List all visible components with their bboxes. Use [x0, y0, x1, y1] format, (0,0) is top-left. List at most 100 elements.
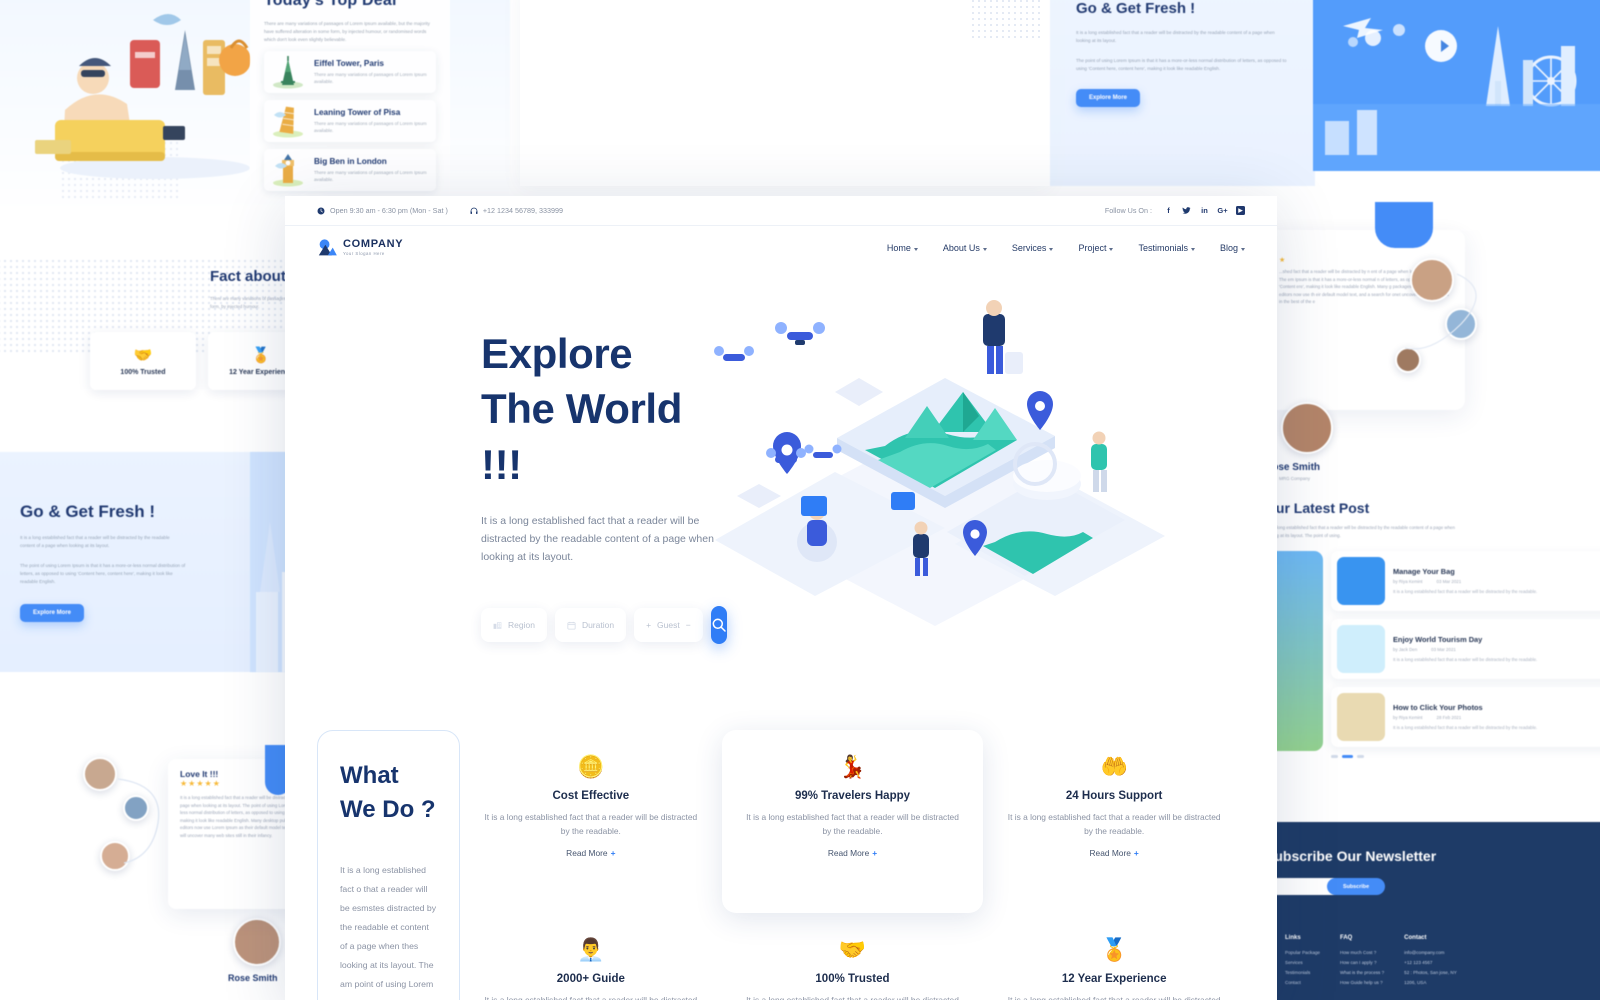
- footer-column-heading: FAQ: [1340, 935, 1353, 941]
- blog-item-text: It is a long established fact that a rea…: [1393, 657, 1538, 662]
- service-text: It is a long established fact that a rea…: [746, 812, 959, 836]
- fresh-paragraph-2-left: The point of using Lorem Ipsum is that i…: [20, 563, 186, 584]
- footer-link[interactable]: Contact: [1285, 978, 1320, 988]
- hero-heading-line2: The World !!!: [481, 385, 682, 488]
- linkedin-icon[interactable]: in: [1200, 206, 1209, 215]
- nav-item-blog[interactable]: Blog: [1220, 243, 1245, 253]
- blog-list-item[interactable]: How to Click Your Photos by Riya Kemint …: [1331, 687, 1600, 747]
- explore-more-button[interactable]: Explore More: [1076, 89, 1141, 107]
- region-icon: [493, 621, 502, 629]
- bg-sheet-blue-illustration: [1313, 0, 1600, 171]
- contact-phone[interactable]: +12 1234 56789, 333999: [470, 206, 563, 215]
- nav-item-project[interactable]: Project: [1078, 243, 1114, 253]
- search-region-field[interactable]: Region: [481, 608, 547, 643]
- what-we-do-section: What We Do ? It is a long established fa…: [285, 730, 1277, 1000]
- blog-list-item[interactable]: Enjoy World Tourism Day by Jack Den 03 M…: [1331, 619, 1600, 679]
- drone-icon: [804, 444, 842, 458]
- main-navbar: COMPANY Your Slogan Here Home About Us S…: [285, 226, 1277, 270]
- carousel-dots[interactable]: [1331, 755, 1600, 758]
- read-more-label: Read More: [1089, 848, 1131, 858]
- happy-traveler-icon: 💃: [838, 754, 867, 779]
- read-more-link[interactable]: Read More +: [1089, 848, 1138, 858]
- bg-sheet-fresh-topright: Go & Get Fresh ! It is a long establishe…: [1050, 0, 1315, 186]
- what-we-do-title-line1: What: [340, 762, 399, 789]
- read-more-link[interactable]: Read More +: [828, 848, 877, 858]
- trip-search-bar: Region Duration + Guest −: [481, 606, 727, 645]
- footer-column-heading: Contact: [1404, 935, 1427, 941]
- blog-item-author: by Riya Kemint: [1393, 579, 1423, 584]
- blog-item-date: 03 Mar 2021: [1436, 579, 1462, 584]
- camera-photos-thumb: [1337, 693, 1385, 741]
- fresh-title: Go & Get Fresh !: [1076, 0, 1196, 17]
- twitter-icon[interactable]: [1182, 206, 1191, 215]
- google-plus-icon[interactable]: G+: [1217, 206, 1227, 215]
- contact-phone-text: +12 1234 56789, 333999: [482, 206, 563, 215]
- travel-bag-thumb: [1337, 557, 1385, 605]
- read-more-link[interactable]: Read More +: [566, 848, 615, 858]
- subscribe-button[interactable]: Subscribe: [1327, 878, 1386, 895]
- service-card-2000-guide[interactable]: 👨‍💼 2000+ Guide It is a long established…: [460, 913, 722, 1000]
- deal-list-item[interactable]: Leaning Tower of Pisa There are many var…: [264, 100, 436, 142]
- service-card-100-trusted[interactable]: 🤝 100% Trusted It is a long established …: [722, 913, 984, 1000]
- footer-link[interactable]: Testimonials: [1285, 968, 1320, 978]
- plus-icon: +: [872, 848, 878, 858]
- service-title: Cost Effective: [552, 790, 630, 802]
- testimonial-author-role: MRG Company: [1279, 476, 1311, 481]
- search-duration-placeholder: Duration: [581, 620, 615, 631]
- blog-list-item[interactable]: Manage Your Bag by Riya Kemint 03 Mar 20…: [1331, 551, 1600, 611]
- footer-link[interactable]: Services: [1285, 958, 1320, 968]
- main-website-panel: Open 9:30 am - 6:30 pm (Mon - Sat ) +12 …: [285, 196, 1277, 1000]
- service-card-cost-effective[interactable]: 🪙 Cost Effective It is a long establishe…: [460, 730, 722, 913]
- search-duration-field[interactable]: Duration: [554, 608, 627, 643]
- fact-stat-label: 100% Trusted: [120, 369, 166, 376]
- footer-link[interactable]: How much Cost ?: [1340, 948, 1384, 958]
- nav-item-services[interactable]: Services: [1012, 243, 1054, 253]
- big-ben-icon: [273, 154, 303, 187]
- brand-name: COMPANY: [343, 238, 404, 251]
- nav-item-home[interactable]: Home: [887, 243, 918, 253]
- youtube-icon[interactable]: ▶: [1236, 206, 1245, 215]
- service-card-24-hours-support[interactable]: 🤲 24 Hours Support It is a long establis…: [983, 730, 1245, 913]
- footer-link[interactable]: How Guide help us ?: [1340, 978, 1384, 988]
- screenshot-stage: Today's Top Deal There are many variatio…: [0, 0, 1600, 1000]
- plus-icon: +: [1133, 848, 1139, 858]
- blog-item-date: 28 Feb 2021: [1436, 715, 1462, 720]
- footer-contact-phone[interactable]: +12 123 4567: [1404, 958, 1468, 968]
- chevron-down-icon: [1109, 247, 1114, 251]
- service-text: It is a long established fact that a rea…: [1007, 994, 1221, 1000]
- footer-contact-email[interactable]: info@company.com: [1404, 948, 1468, 958]
- headset-icon: [470, 207, 478, 214]
- facebook-icon[interactable]: f: [1164, 206, 1173, 215]
- fresh-title-left: Go & Get Fresh !: [20, 502, 156, 521]
- nav-links: Home About Us Services Project Testimoni…: [887, 243, 1245, 253]
- fact-stat-label: 12 Year Experience: [229, 369, 293, 376]
- deal-list-item[interactable]: Eiffel Tower, Paris There are many varia…: [264, 51, 436, 93]
- nav-item-label: Blog: [1219, 243, 1238, 253]
- footer-link[interactable]: How can I apply ?: [1340, 958, 1384, 968]
- nav-item-about-us[interactable]: About Us: [943, 243, 987, 253]
- guest-increment-button[interactable]: +: [646, 620, 651, 630]
- avatar-author: [1281, 402, 1333, 454]
- footer-column-heading: Links: [1285, 935, 1301, 941]
- footer-link[interactable]: What is the process ?: [1340, 968, 1384, 978]
- service-card-travelers-happy[interactable]: 💃 99% Travelers Happy It is a long estab…: [721, 730, 984, 913]
- explore-more-button-left[interactable]: Explore More: [20, 604, 85, 622]
- blog-item-author: by Riya Kemint: [1393, 715, 1423, 720]
- deal-list-item[interactable]: Big Ben in London There are many variati…: [264, 149, 436, 191]
- footer-contact-address: 52 : Photos, San jose, NY 1206, USA: [1404, 970, 1457, 985]
- chevron-down-icon: [1190, 247, 1195, 251]
- testimonial-author: Rose Smith: [228, 973, 278, 983]
- what-we-do-title-line2: We Do ?: [340, 796, 436, 824]
- plus-icon: +: [610, 848, 616, 858]
- coins-icon: 🪙: [577, 754, 605, 779]
- chevron-down-icon: [1241, 247, 1245, 251]
- hero-illustration-area: [685, 300, 1277, 730]
- footer-link[interactable]: Popular Package: [1285, 948, 1320, 958]
- deal-item-name: Leaning Tower of Pisa: [314, 108, 401, 117]
- service-card-12-year-experience[interactable]: 🏅 12 Year Experience It is a long establ…: [983, 913, 1245, 1000]
- nav-item-testimonials[interactable]: Testimonials: [1138, 243, 1195, 253]
- blog-section-title: Our Latest Post: [1265, 500, 1370, 516]
- deal-item-text: There are many variations of passages of…: [314, 170, 427, 182]
- brand-logo[interactable]: COMPANY Your Slogan Here: [317, 239, 403, 257]
- blog-item-text: It is a long established fact that a rea…: [1393, 725, 1538, 730]
